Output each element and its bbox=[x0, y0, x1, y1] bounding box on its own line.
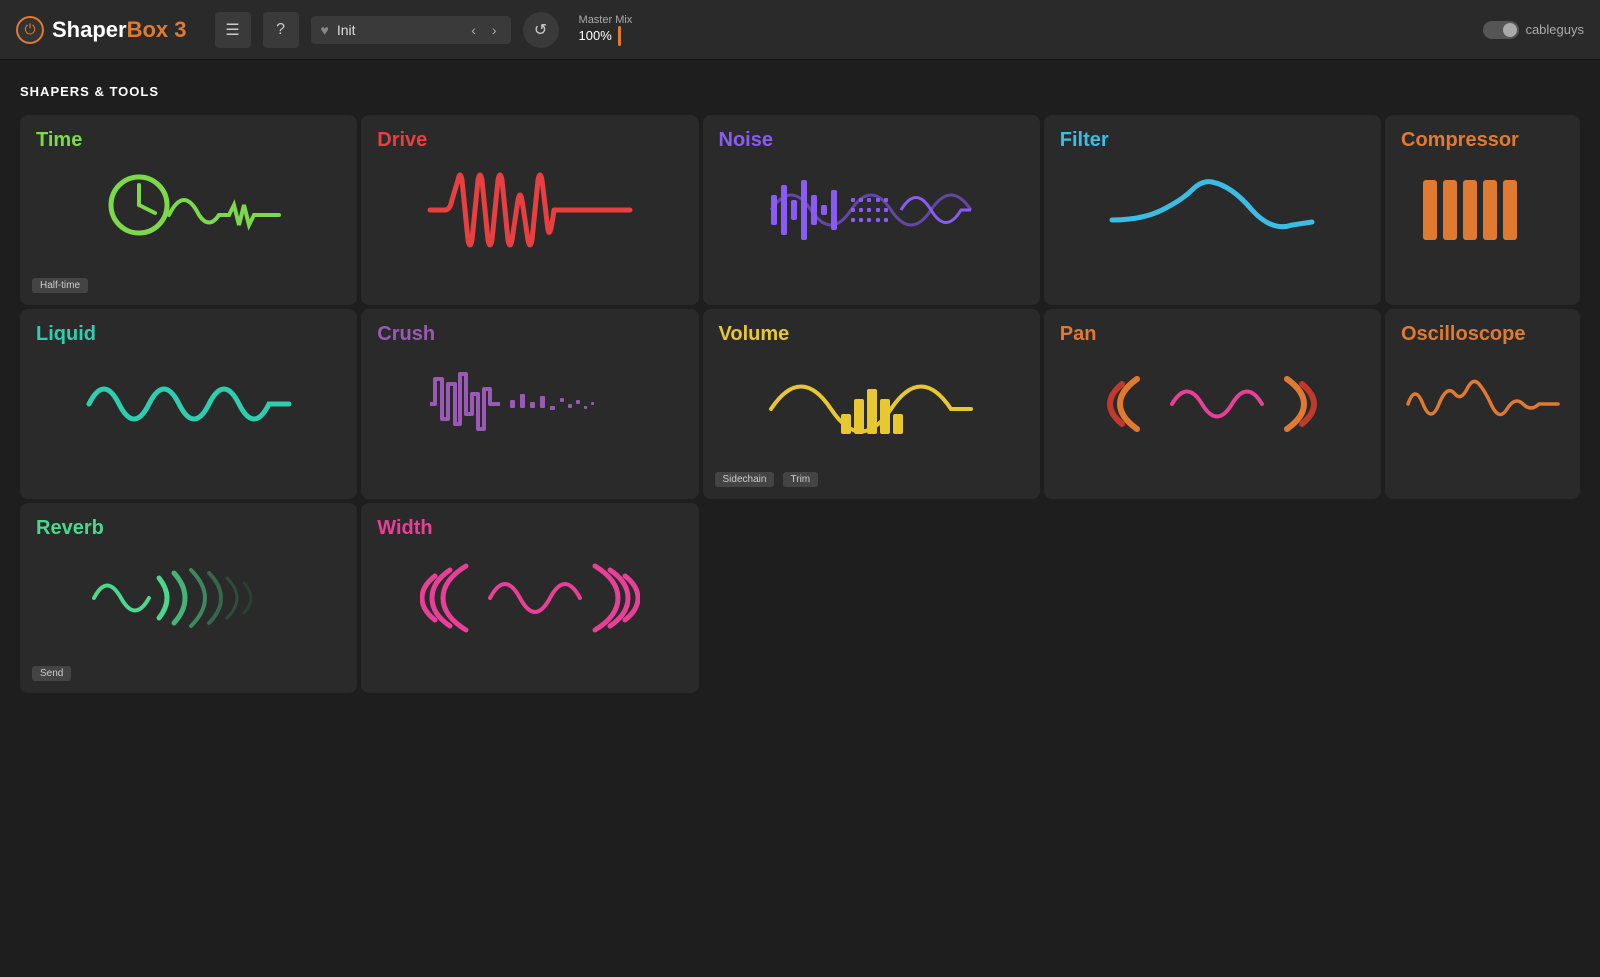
tool-title-liquid: Liquid bbox=[36, 323, 341, 346]
dark-mode-toggle[interactable] bbox=[1483, 21, 1519, 39]
tool-visual-reverb bbox=[36, 548, 341, 648]
tool-card-volume[interactable]: Volume Sidechain Trim bbox=[703, 309, 1040, 499]
tool-visual-filter bbox=[1060, 160, 1365, 260]
tool-card-reverb[interactable]: Reverb Send bbox=[20, 503, 357, 693]
tool-visual-noise bbox=[719, 160, 1024, 260]
tool-visual-drive bbox=[377, 160, 682, 260]
tool-card-compressor[interactable]: Compressor bbox=[1385, 115, 1580, 305]
tool-title-filter: Filter bbox=[1060, 129, 1365, 152]
refresh-button[interactable]: ↺ bbox=[523, 12, 559, 48]
tool-title-crush: Crush bbox=[377, 323, 682, 346]
tool-card-noise[interactable]: Noise bbox=[703, 115, 1040, 305]
master-mix-label: Master Mix bbox=[579, 14, 633, 26]
volume-badge-trim: Trim bbox=[783, 472, 819, 487]
tool-card-pan[interactable]: Pan bbox=[1044, 309, 1381, 499]
preset-prev-button[interactable]: ‹ bbox=[467, 20, 480, 40]
tool-visual-width bbox=[377, 548, 682, 648]
tool-visual-time bbox=[36, 160, 341, 260]
tool-title-width: Width bbox=[377, 517, 682, 540]
header: ShaperShaperBoxBox 3 ☰ ? ♥ Init ‹ › ↺ Ma… bbox=[0, 0, 1600, 60]
tool-title-compressor: Compressor bbox=[1401, 129, 1564, 152]
tool-card-width[interactable]: Width bbox=[361, 503, 698, 693]
app-version: 3 bbox=[174, 17, 186, 42]
tool-title-reverb: Reverb bbox=[36, 517, 341, 540]
side-tools-grid: Compressor Oscilloscope bbox=[1385, 115, 1580, 693]
tool-visual-crush bbox=[377, 354, 682, 454]
brand-label: cableguys bbox=[1525, 22, 1584, 37]
app-logo: ShaperShaperBoxBox 3 bbox=[52, 17, 187, 43]
tool-visual-liquid bbox=[36, 354, 341, 454]
master-mix-control: Master Mix 100% bbox=[579, 14, 633, 46]
volume-badge-sidechain: Sidechain bbox=[715, 472, 775, 487]
tool-visual-oscilloscope bbox=[1401, 354, 1564, 454]
theme-toggle: cableguys bbox=[1483, 21, 1584, 39]
tool-title-volume: Volume bbox=[719, 323, 1024, 346]
preset-next-button[interactable]: › bbox=[488, 20, 501, 40]
tool-card-crush[interactable]: Crush bbox=[361, 309, 698, 499]
power-button[interactable] bbox=[16, 16, 44, 44]
tool-title-oscilloscope: Oscilloscope bbox=[1401, 323, 1564, 346]
tool-title-time: Time bbox=[36, 129, 341, 152]
tool-card-filter[interactable]: Filter bbox=[1044, 115, 1381, 305]
tool-card-drive[interactable]: Drive bbox=[361, 115, 698, 305]
tool-title-drive: Drive bbox=[377, 129, 682, 152]
main-content: SHAPERS & TOOLS Time Half-time bbox=[0, 60, 1600, 717]
preset-selector: ♥ Init ‹ › bbox=[311, 16, 511, 44]
tool-visual-pan bbox=[1060, 354, 1365, 454]
master-mix-value: 100% bbox=[579, 28, 612, 43]
tool-card-liquid[interactable]: Liquid bbox=[20, 309, 357, 499]
favorite-icon[interactable]: ♥ bbox=[321, 22, 329, 38]
tools-grid-container: Time Half-time Drive bbox=[20, 115, 1580, 693]
help-button[interactable]: ? bbox=[263, 12, 299, 48]
app-name: Shaper bbox=[52, 17, 127, 42]
tool-visual-compressor bbox=[1401, 160, 1564, 260]
time-badge: Half-time bbox=[32, 278, 88, 293]
tool-visual-volume bbox=[719, 354, 1024, 454]
section-title: SHAPERS & TOOLS bbox=[20, 84, 1580, 99]
tool-title-pan: Pan bbox=[1060, 323, 1365, 346]
preset-name: Init bbox=[337, 22, 459, 38]
tool-title-noise: Noise bbox=[719, 129, 1024, 152]
logo-area: ShaperShaperBoxBox 3 bbox=[16, 16, 187, 44]
tool-card-time[interactable]: Time Half-time bbox=[20, 115, 357, 305]
reverb-badge: Send bbox=[32, 666, 71, 681]
tool-card-oscilloscope[interactable]: Oscilloscope bbox=[1385, 309, 1580, 499]
mix-level-bar bbox=[618, 26, 621, 46]
main-tools-grid: Time Half-time Drive bbox=[20, 115, 1381, 693]
menu-button[interactable]: ☰ bbox=[215, 12, 251, 48]
